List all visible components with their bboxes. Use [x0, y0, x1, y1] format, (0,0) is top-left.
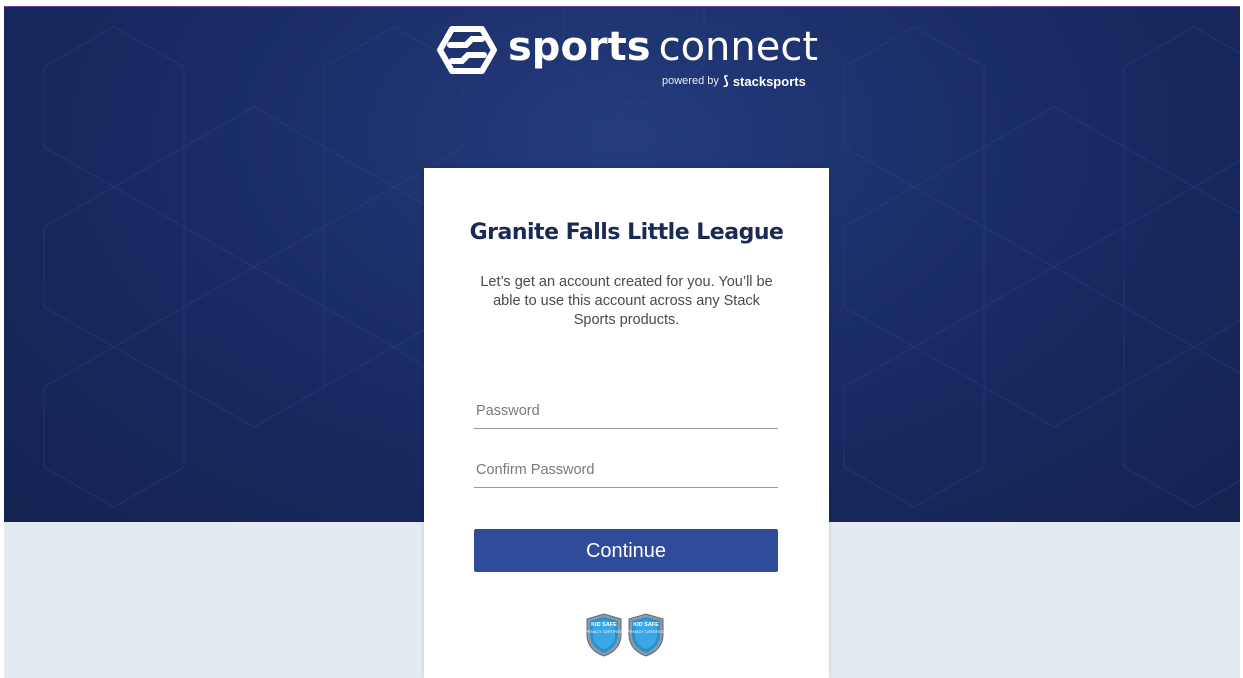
kidsafe-badge-sub: PRIVACY CERTIFIED: [585, 630, 623, 634]
account-description: Let’s get an account created for you. Yo…: [480, 274, 773, 328]
logo-word-connect: connect: [658, 24, 819, 70]
kidsafe-badge-label: KID SAFE: [633, 622, 659, 628]
kidsafe-badge-2[interactable]: KID SAFE PRIVACY CERTIFIED: [627, 613, 665, 657]
powered-by-text: powered by: [662, 75, 719, 87]
kidsafe-badge-sub: PRIVACY CERTIFIED: [627, 630, 665, 634]
stack-sports-name: stacksports: [732, 73, 806, 89]
kidsafe-shield-icon: [586, 613, 622, 657]
logo-wordmark: sports connect: [508, 21, 818, 73]
powered-by-line: powered by ⟆ stacksports: [662, 73, 806, 89]
kidsafe-badge-1[interactable]: KID SAFE PRIVACY CERTIFIED: [585, 613, 623, 657]
kidsafe-badge-label: KID SAFE: [591, 622, 617, 628]
page: sports connect powered by ⟆ stacksports G…: [4, 6, 1240, 678]
confirm-password-input[interactable]: [474, 457, 778, 483]
signup-card: Granite Falls Little League Let’s get an…: [424, 168, 829, 678]
privacy-badges: KID SAFE PRIVACY CERTIFIED KID SAFE PRIV…: [585, 613, 669, 659]
password-input[interactable]: [474, 398, 778, 424]
kidsafe-shield-icon: [628, 613, 664, 657]
confirm-password-field: [474, 457, 778, 488]
password-field: [474, 398, 778, 429]
stack-sports-icon: ⟆: [722, 73, 729, 88]
sports-connect-logo-icon: [437, 26, 497, 74]
logo-word-sports: sports: [508, 24, 651, 70]
league-title: Granite Falls Little League: [469, 220, 784, 245]
continue-button[interactable]: Continue: [474, 529, 778, 572]
sports-connect-logo[interactable]: sports connect powered by ⟆ stacksports: [436, 24, 826, 89]
